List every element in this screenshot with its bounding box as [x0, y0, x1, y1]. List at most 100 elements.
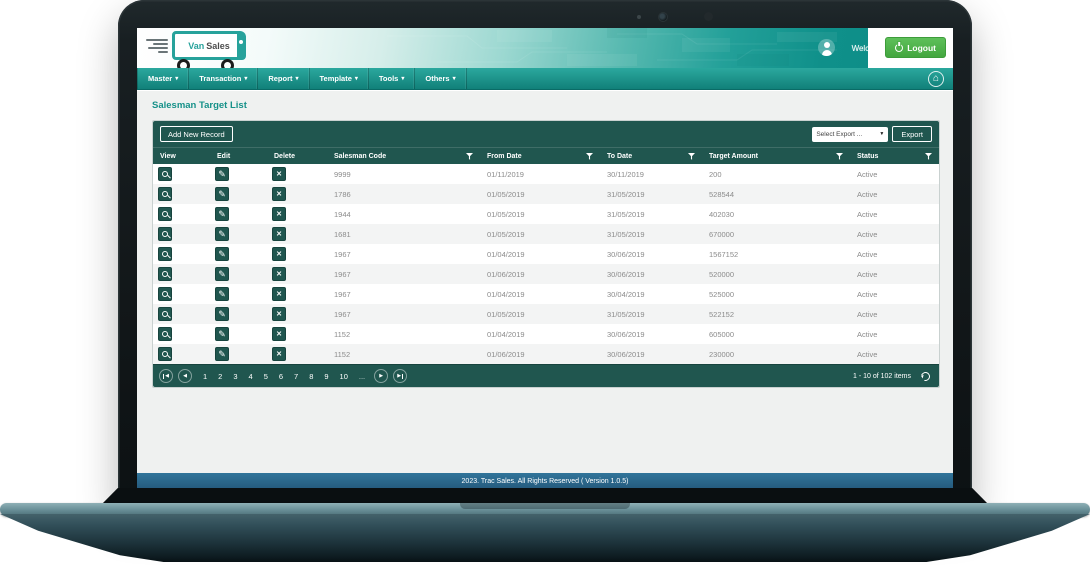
van-sales-logo: Van Sales — [145, 30, 265, 72]
edit-button[interactable]: ✎ — [215, 347, 229, 361]
delete-button[interactable]: ✕ — [272, 187, 286, 201]
delete-button[interactable]: ✕ — [272, 227, 286, 241]
column-header[interactable]: Salesman Code — [327, 148, 480, 164]
view-button[interactable] — [158, 307, 172, 321]
delete-cell: ✕ — [267, 284, 327, 304]
magnifier-icon — [162, 231, 168, 237]
filter-funnel-icon[interactable] — [586, 153, 593, 160]
column-header[interactable]: Status — [850, 148, 939, 164]
page-number[interactable]: 8 — [309, 372, 313, 381]
page-number[interactable]: 4 — [249, 372, 253, 381]
pencil-icon: ✎ — [218, 248, 226, 259]
table-row: ✎ ✕ 1786 01/05/2019 31/05/2019 528544 Ac… — [153, 184, 939, 204]
view-button[interactable] — [158, 287, 172, 301]
salesman-code-cell: 1786 — [334, 189, 351, 199]
pencil-icon: ✎ — [218, 288, 226, 299]
pencil-icon: ✎ — [218, 348, 226, 359]
edit-button[interactable]: ✎ — [215, 187, 229, 201]
column-header[interactable]: From Date — [480, 148, 600, 164]
filter-funnel-icon[interactable] — [688, 153, 695, 160]
nav-menu-item[interactable]: Master ▾ — [137, 68, 190, 89]
refresh-icon[interactable] — [919, 369, 932, 383]
view-button[interactable] — [158, 247, 172, 261]
delete-button[interactable]: ✕ — [272, 307, 286, 321]
logout-button[interactable]: Logout — [885, 37, 946, 58]
view-button[interactable] — [158, 347, 172, 361]
column-header[interactable]: View — [153, 148, 210, 164]
delete-cell: ✕ — [267, 324, 327, 344]
close-icon: ✕ — [276, 270, 282, 278]
edit-button[interactable]: ✎ — [215, 327, 229, 341]
footer-copyright-text: 2023. Trac Sales. All Rights Reserved ( … — [461, 478, 629, 485]
delete-button[interactable]: ✕ — [272, 347, 286, 361]
from-date-cell: 01/04/2019 — [487, 289, 525, 299]
view-button[interactable] — [158, 267, 172, 281]
home-button[interactable]: ⌂ — [928, 71, 944, 87]
delete-button[interactable]: ✕ — [272, 327, 286, 341]
add-new-record-button[interactable]: Add New Record — [160, 126, 233, 142]
edit-button[interactable]: ✎ — [215, 267, 229, 281]
filter-funnel-icon[interactable] — [925, 153, 932, 160]
next-page-button[interactable]: ▶ — [374, 369, 389, 383]
delete-button[interactable]: ✕ — [272, 267, 286, 281]
page-number[interactable]: 1 — [203, 372, 207, 381]
table-row: ✎ ✕ 1967 01/06/2019 30/06/2019 520000 Ac… — [153, 264, 939, 284]
column-header[interactable]: Edit — [210, 148, 267, 164]
delete-button[interactable]: ✕ — [272, 207, 286, 221]
bezel-sensor-dot — [704, 12, 713, 21]
column-header[interactable]: Target Amount — [702, 148, 850, 164]
view-button[interactable] — [158, 207, 172, 221]
edit-button[interactable]: ✎ — [215, 207, 229, 221]
view-cell — [153, 184, 210, 204]
to-date-cell: 31/05/2019 — [607, 229, 645, 239]
export-button[interactable]: Export — [892, 126, 932, 142]
export-format-select[interactable]: Select Export ... ▼ — [812, 126, 889, 142]
to-date-cell: 30/06/2019 — [607, 249, 645, 259]
view-button[interactable] — [158, 167, 172, 181]
view-button[interactable] — [158, 327, 172, 341]
delete-cell: ✕ — [267, 184, 327, 204]
nav-menu-item[interactable]: Transaction ▾ — [189, 68, 259, 89]
pencil-icon: ✎ — [218, 268, 226, 279]
caret-down-icon: ▾ — [401, 75, 405, 82]
from-date-cell: 01/06/2019 — [487, 349, 525, 359]
page-number[interactable]: 6 — [279, 372, 283, 381]
column-header[interactable]: Delete — [267, 148, 327, 164]
home-icon: ⌂ — [932, 73, 940, 84]
edit-button[interactable]: ✎ — [215, 167, 229, 181]
last-page-button[interactable]: ▶ — [393, 369, 408, 383]
nav-menu-item[interactable]: Template ▾ — [310, 68, 369, 89]
page-number[interactable]: 9 — [324, 372, 328, 381]
page-number[interactable]: 7 — [294, 372, 298, 381]
from-date-cell: 01/11/2019 — [487, 169, 524, 179]
filter-funnel-icon[interactable] — [466, 153, 473, 160]
page-number[interactable]: 10 — [340, 372, 348, 381]
page-number[interactable]: 5 — [264, 372, 268, 381]
status-cell: Active — [857, 169, 878, 179]
edit-button[interactable]: ✎ — [215, 227, 229, 241]
nav-menu-item[interactable]: Report ▾ — [258, 68, 310, 89]
edit-button[interactable]: ✎ — [215, 287, 229, 301]
filter-funnel-icon[interactable] — [836, 153, 843, 160]
grid-pager: ◀ ◀ 1 2 3 4 5 6 7 8 9 10 ... ▶ ▶ 1 - 10 … — [153, 364, 939, 387]
page-number[interactable]: 2 — [218, 372, 222, 381]
close-icon: ✕ — [276, 290, 282, 298]
edit-cell: ✎ — [210, 164, 267, 184]
delete-button[interactable]: ✕ — [272, 247, 286, 261]
edit-button[interactable]: ✎ — [215, 247, 229, 261]
prev-page-button[interactable]: ◀ — [178, 369, 192, 383]
first-page-button[interactable]: ◀ — [159, 369, 173, 383]
view-button[interactable] — [158, 187, 172, 201]
close-icon: ✕ — [276, 170, 282, 178]
delete-button[interactable]: ✕ — [272, 287, 286, 301]
close-icon: ✕ — [276, 210, 282, 218]
page-number[interactable]: 3 — [233, 372, 237, 381]
edit-cell: ✎ — [210, 304, 267, 324]
view-button[interactable] — [158, 227, 172, 241]
delete-button[interactable]: ✕ — [272, 167, 286, 181]
nav-menu-item[interactable]: Others ▾ — [415, 68, 467, 89]
table-row: ✎ ✕ 1967 01/05/2019 31/05/2019 522152 Ac… — [153, 304, 939, 324]
column-header[interactable]: To Date — [600, 148, 702, 164]
nav-menu-item[interactable]: Tools ▾ — [369, 68, 416, 89]
edit-button[interactable]: ✎ — [215, 307, 229, 321]
